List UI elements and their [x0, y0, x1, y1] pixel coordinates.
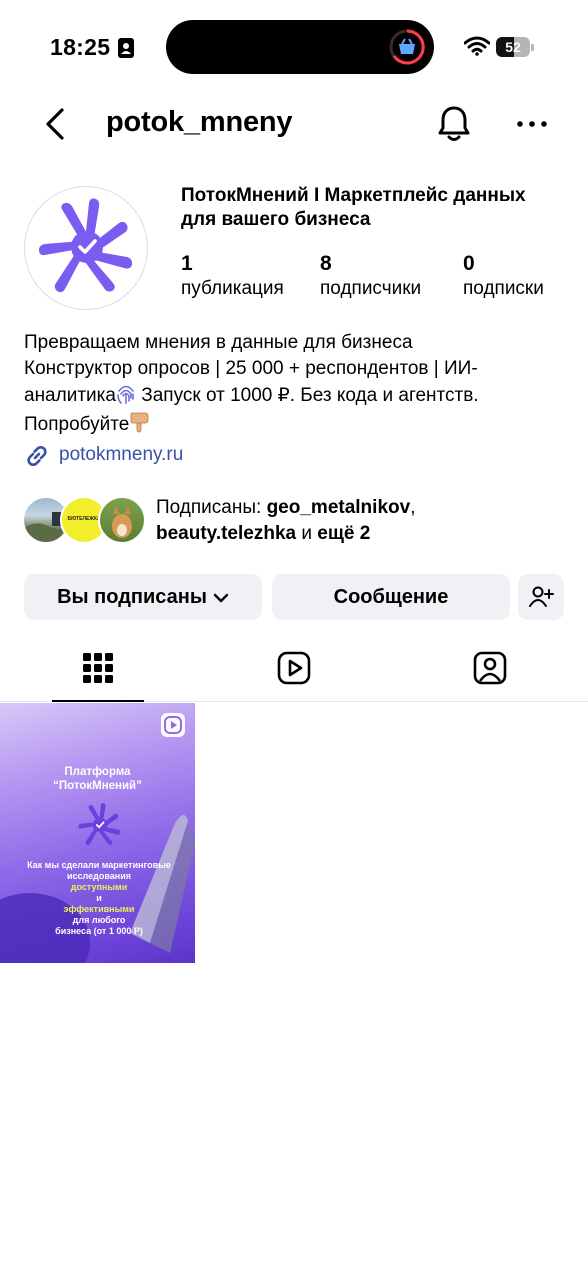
message-button-label: Сообщение: [333, 586, 449, 608]
person-card-icon: [118, 38, 134, 58]
battery-level: 52: [505, 39, 521, 55]
profile-bio: Превращаем мнения в данные для бизнеса К…: [24, 332, 479, 435]
website-link-text[interactable]: potokmneny.ru: [59, 441, 183, 469]
more-icon[interactable]: [514, 114, 550, 134]
post-title: Платформа “ПотокМнений”: [53, 766, 142, 792]
stat-posts-label: публикация: [181, 278, 284, 299]
profile-stats: 1 публикация 8 подписчики 0 подписки: [181, 252, 571, 304]
stat-followers[interactable]: 8 подписчики: [320, 252, 421, 302]
stat-followers-label: подписчики: [320, 278, 422, 299]
tagged-icon[interactable]: [472, 650, 508, 686]
stat-following-value: 0: [463, 252, 475, 275]
reel-badge-icon: [161, 713, 185, 737]
stat-followers-value: 8: [320, 252, 332, 275]
status-time: 18:25: [50, 34, 111, 60]
link-icon: [27, 445, 47, 467]
wifi-icon: [464, 36, 490, 56]
bell-icon[interactable]: [436, 104, 472, 144]
profile-username: potok_mneny: [106, 106, 293, 138]
stat-following-label: подписки: [463, 278, 544, 299]
post-caption-overlay: Как мы сделали маркетинговые исследовани…: [27, 860, 171, 936]
mutual-followers-text[interactable]: Подписаны: geo_metalnikov, beauty.telezh…: [156, 495, 576, 547]
stat-posts-value: 1: [181, 252, 193, 275]
message-button[interactable]: Сообщение: [272, 574, 510, 620]
battery-icon: 52: [496, 37, 534, 57]
grid-post[interactable]: Платформа “ПотокМнений” Как мы сделали м…: [0, 703, 195, 963]
fingerprint-emoji: [117, 385, 134, 404]
pointing-hand-emoji: [130, 412, 149, 433]
profile-header: potok_mneny: [0, 96, 588, 156]
following-button-label: Вы подписаны: [57, 586, 207, 608]
shopping-basket-icon: [389, 29, 425, 65]
mutual-avatar-3: [98, 496, 146, 544]
add-person-icon: [529, 586, 554, 607]
stat-following[interactable]: 0 подписки: [463, 252, 544, 302]
back-arrow-icon[interactable]: [40, 106, 70, 142]
active-tab-indicator: [52, 700, 144, 702]
following-button[interactable]: Вы подписаны: [24, 574, 262, 620]
grid-icon[interactable]: [80, 650, 116, 686]
profile-tabs: [0, 640, 588, 702]
stat-posts[interactable]: 1 публикация: [181, 252, 284, 302]
mutual-followers-avatars[interactable]: БЮТЕЛЕЖКА: [22, 496, 146, 546]
reels-icon[interactable]: [276, 650, 312, 686]
suggest-people-button[interactable]: [518, 574, 564, 620]
status-bar: 18:25 52: [0, 0, 588, 96]
chevron-down-icon: [213, 593, 229, 602]
profile-avatar[interactable]: [24, 186, 148, 310]
brand-logo: [39, 198, 133, 293]
dynamic-island: [166, 20, 434, 74]
profile-display-name: ПотокМнений I Маркетплейс данных для ваш…: [181, 185, 526, 230]
